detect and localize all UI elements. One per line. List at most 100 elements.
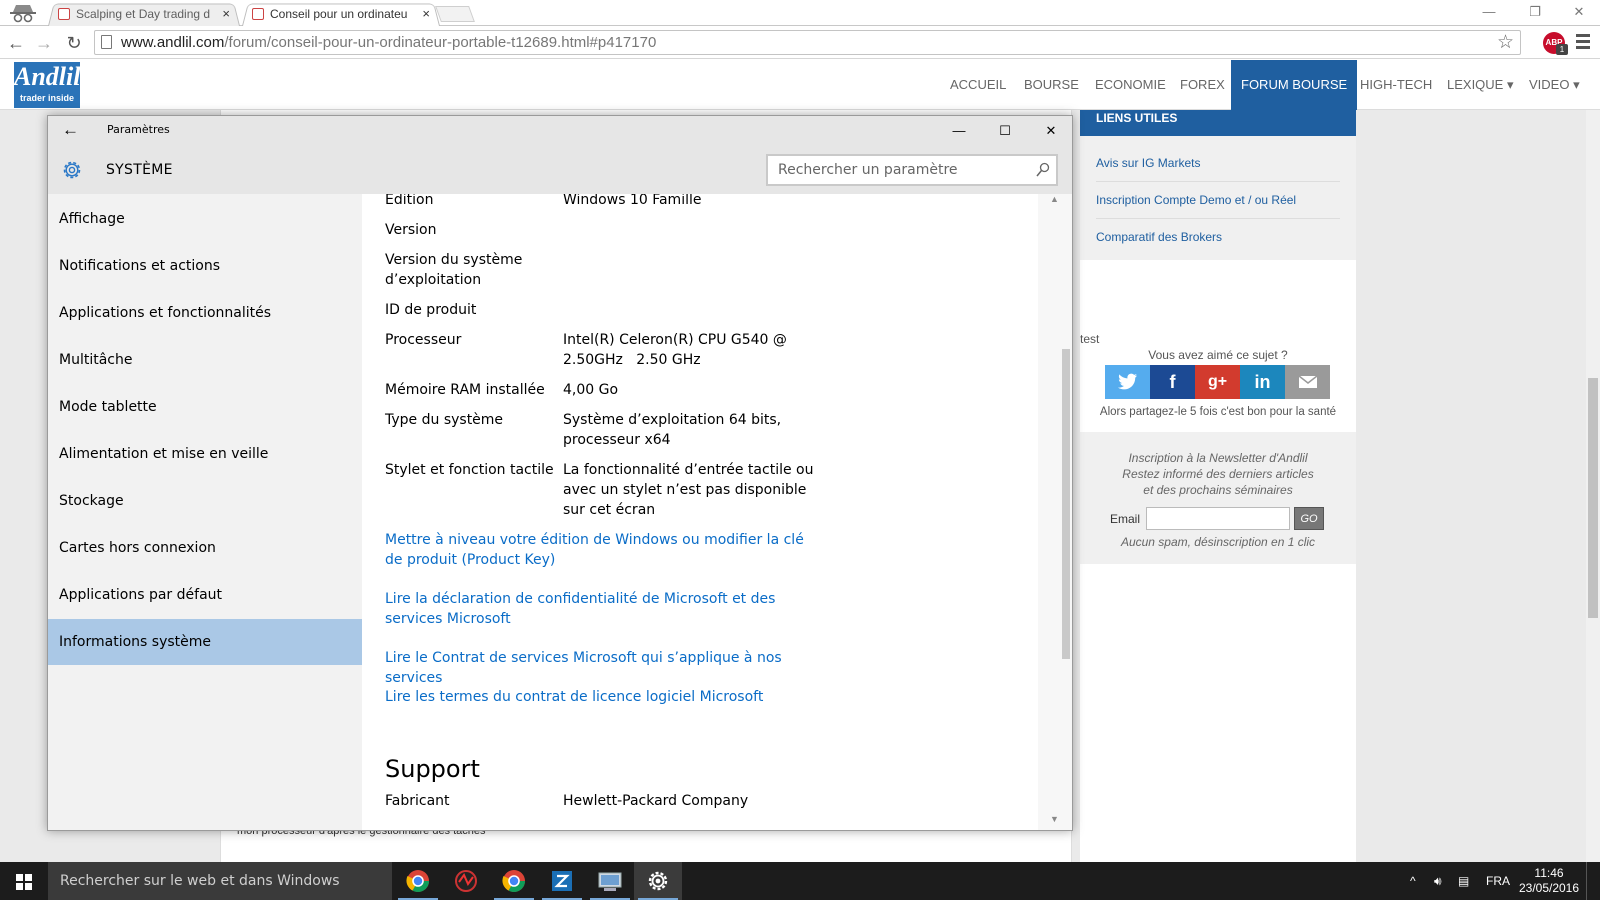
search-icon[interactable] bbox=[1036, 162, 1050, 178]
reload-icon[interactable]: ↻ bbox=[62, 31, 86, 55]
language-indicator[interactable]: FRA bbox=[1486, 862, 1510, 900]
computer-taskbar-icon[interactable] bbox=[586, 862, 634, 900]
support-heading: Support bbox=[385, 755, 480, 783]
link-privacy-statement[interactable]: Lire la déclaration de confidentialité d… bbox=[385, 589, 825, 629]
close-button[interactable]: ✕ bbox=[1028, 116, 1072, 146]
bookmark-star-icon[interactable]: ☆ bbox=[1497, 31, 1514, 54]
link-demo-account[interactable]: Inscription Compte Demo et / ou Réel bbox=[1096, 183, 1340, 219]
nav-notifications[interactable]: Notifications et actions bbox=[48, 243, 362, 289]
nav-cartes[interactable]: Cartes hors connexion bbox=[48, 525, 362, 571]
row-value-edition: Windows 10 Famille bbox=[563, 194, 702, 208]
action-center-icon[interactable]: ▤ bbox=[1458, 862, 1469, 900]
settings-nav: Affichage Notifications et actions Appli… bbox=[48, 194, 362, 830]
nav-video[interactable]: VIDEO ▾ bbox=[1519, 60, 1590, 110]
browser-tab-2[interactable]: Conseil pour un ordinateu × bbox=[242, 2, 440, 26]
useful-links-box: LIENS UTILES Avis sur IG Markets Inscrip… bbox=[1080, 110, 1356, 260]
row-value-pen-touch: La fonctionnalité d’entrée tactile ou av… bbox=[563, 462, 814, 518]
close-window-button[interactable]: ✕ bbox=[1556, 0, 1600, 24]
close-tab-icon[interactable]: × bbox=[222, 2, 230, 26]
newsletter-go-button[interactable]: GO bbox=[1294, 507, 1324, 530]
share-question: Vous avez aimé ce sujet ? bbox=[1148, 348, 1288, 362]
url-text[interactable]: www.andlil.com/forum/conseil-pour-un-ord… bbox=[121, 34, 656, 51]
link-ig-markets[interactable]: Avis sur IG Markets bbox=[1096, 146, 1340, 182]
site-sidebar: LIENS UTILES Avis sur IG Markets Inscrip… bbox=[1080, 110, 1356, 862]
chrome-taskbar-icon-2[interactable] bbox=[490, 862, 538, 900]
section-title: SYSTÈME bbox=[106, 162, 173, 178]
andlil-logo[interactable]: Andlil trader inside bbox=[14, 62, 80, 108]
maximize-button[interactable]: ☐ bbox=[982, 116, 1028, 146]
nav-affichage[interactable]: Affichage bbox=[48, 196, 362, 242]
row-label-product-id: ID de produit bbox=[385, 302, 477, 318]
email-share-icon[interactable] bbox=[1285, 365, 1330, 399]
start-button[interactable] bbox=[0, 862, 48, 900]
browser-toolbar: ← → ↻ www.andlil.com/forum/conseil-pour-… bbox=[0, 27, 1600, 59]
twitter-icon[interactable] bbox=[1105, 365, 1150, 399]
nav-high-tech[interactable]: HIGH-TECH bbox=[1350, 60, 1442, 110]
taskbar-clock[interactable]: 11:46 23/05/2016 bbox=[1514, 866, 1584, 896]
back-arrow-icon[interactable]: ← bbox=[62, 118, 79, 142]
nav-accueil[interactable]: ACCUEIL bbox=[940, 60, 1016, 110]
row-label-manufacturer: Fabricant bbox=[385, 793, 450, 809]
linkedin-icon[interactable]: in bbox=[1240, 365, 1285, 399]
row-label-edition: Edition bbox=[385, 194, 434, 208]
favicon-icon bbox=[58, 8, 70, 20]
nav-forex[interactable]: FOREX bbox=[1170, 60, 1235, 110]
nav-alimentation[interactable]: Alimentation et mise en veille bbox=[48, 431, 362, 477]
link-license-terms[interactable]: Lire les termes du contrat de licence lo… bbox=[385, 687, 825, 707]
chrome-taskbar-icon[interactable] bbox=[394, 862, 442, 900]
restore-window-button[interactable]: ❐ bbox=[1512, 0, 1558, 24]
nav-applications-defaut[interactable]: Applications par défaut bbox=[48, 572, 362, 618]
nav-informations-systeme[interactable]: Informations système bbox=[48, 619, 362, 665]
zoom-app-taskbar-icon[interactable] bbox=[538, 862, 586, 900]
link-services-agreement[interactable]: Lire le Contrat de services Microsoft qu… bbox=[385, 648, 825, 688]
incognito-profile-icon[interactable] bbox=[6, 1, 40, 25]
nav-forum-bourse[interactable]: FORUM BOURSE bbox=[1231, 60, 1358, 110]
nav-stockage[interactable]: Stockage bbox=[48, 478, 362, 524]
minimize-window-button[interactable]: ― bbox=[1466, 0, 1512, 24]
settings-scroll-thumb[interactable] bbox=[1062, 349, 1070, 659]
row-label-ram: Mémoire RAM installée bbox=[385, 382, 545, 398]
row-value-ram: 4,00 Go bbox=[563, 382, 619, 398]
newsletter-email-input[interactable] bbox=[1146, 507, 1290, 530]
nav-bourse[interactable]: BOURSE bbox=[1014, 60, 1089, 110]
site-header: Andlil trader inside ACCUEIL BOURSE ECON… bbox=[0, 60, 1600, 110]
page-scrollbar[interactable] bbox=[1586, 110, 1600, 862]
nav-mode-tablette[interactable]: Mode tablette bbox=[48, 384, 362, 430]
settings-taskbar-icon[interactable] bbox=[634, 862, 682, 900]
share-buttons: f g+ in bbox=[1105, 365, 1331, 399]
row-label-system-type: Type du système bbox=[385, 412, 504, 428]
scroll-up-icon[interactable]: ▲ bbox=[1050, 194, 1059, 204]
adblock-count-badge: 1 bbox=[1556, 44, 1568, 55]
close-tab-icon[interactable]: × bbox=[422, 2, 430, 26]
chrome-menu-icon[interactable] bbox=[1576, 34, 1590, 50]
nav-multitache[interactable]: Multitâche bbox=[48, 337, 362, 383]
page-scroll-thumb[interactable] bbox=[1588, 378, 1598, 618]
email-label: Email bbox=[1110, 512, 1141, 526]
show-desktop-button[interactable] bbox=[1586, 862, 1600, 900]
nav-applications[interactable]: Applications et fonctionnalités bbox=[48, 290, 362, 336]
browser-tab-1[interactable]: Scalping et Day trading d × bbox=[48, 2, 240, 26]
new-tab-button[interactable] bbox=[435, 6, 475, 22]
settings-scrollbar[interactable]: ▲ ▼ bbox=[1038, 194, 1072, 830]
link-brokers[interactable]: Comparatif des Brokers bbox=[1096, 220, 1340, 256]
row-value-manufacturer: Hewlett-Packard Company bbox=[563, 793, 749, 809]
window-title: Paramètres bbox=[107, 123, 170, 136]
windows-taskbar: Rechercher sur le web et dans Windows ^ … bbox=[0, 862, 1600, 900]
minimize-button[interactable]: ― bbox=[936, 116, 982, 146]
show-hidden-icons-icon[interactable]: ^ bbox=[1410, 862, 1416, 900]
facebook-icon[interactable]: f bbox=[1150, 365, 1195, 399]
back-arrow-icon[interactable]: ← bbox=[4, 31, 28, 55]
link-upgrade-edition[interactable]: Mettre à niveau votre édition de Windows… bbox=[385, 530, 825, 570]
taskbar-search-input[interactable]: Rechercher sur le web et dans Windows bbox=[48, 862, 392, 900]
row-label-processor: Processeur bbox=[385, 332, 462, 348]
scroll-down-icon[interactable]: ▼ bbox=[1050, 814, 1059, 824]
nav-lexique[interactable]: LEXIQUE ▾ bbox=[1437, 60, 1524, 110]
volume-icon[interactable]: 🔊︎ bbox=[1434, 862, 1442, 900]
trading-app-taskbar-icon[interactable] bbox=[442, 862, 490, 900]
nav-economie[interactable]: ECONOMIE bbox=[1085, 60, 1176, 110]
tab-title: Scalping et Day trading d bbox=[76, 7, 211, 21]
google-plus-icon[interactable]: g+ bbox=[1195, 365, 1240, 399]
address-bar[interactable]: www.andlil.com/forum/conseil-pour-un-ord… bbox=[94, 30, 1521, 55]
settings-search-input[interactable]: Rechercher un paramètre bbox=[766, 154, 1058, 186]
forward-arrow-icon[interactable]: → bbox=[32, 31, 56, 55]
